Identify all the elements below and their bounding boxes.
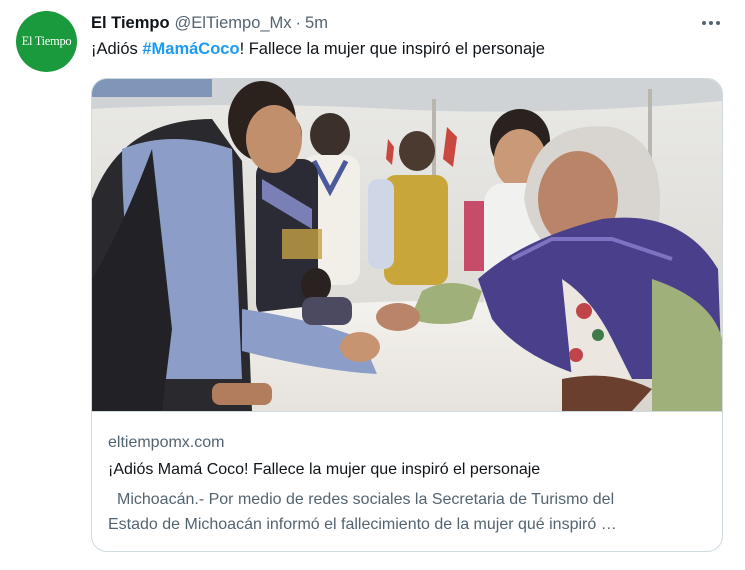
card-description: Michoacán.- Por medio de redes sociales … xyxy=(108,487,718,537)
timestamp[interactable]: 5m xyxy=(305,14,328,33)
display-name[interactable]: El Tiempo xyxy=(91,14,170,33)
more-horizontal-icon xyxy=(716,21,720,25)
tweet-text-start: ¡Adiós xyxy=(91,40,143,58)
tweet-text: ¡Adiós #MamáCoco! Fallece la mujer que i… xyxy=(91,40,545,59)
more-options-button[interactable] xyxy=(698,12,724,34)
card-photo[interactable] xyxy=(92,79,722,411)
link-preview-card[interactable]: eltiempomx.com ¡Adiós Mamá Coco! Fallece… xyxy=(91,78,723,552)
card-title[interactable]: ¡Adiós Mamá Coco! Fallece la mujer que i… xyxy=(108,461,540,479)
separator-dot: · xyxy=(295,13,302,32)
user-handle[interactable]: @ElTiempo_Mx xyxy=(175,14,292,33)
card-domain: eltiempomx.com xyxy=(108,434,225,451)
hashtag-link[interactable]: #MamáCoco xyxy=(142,40,239,58)
tweet-header: El Tiempo @ElTiempo_Mx · 5m xyxy=(91,12,328,34)
tweet-text-end: ! Fallece la mujer que inspiró el person… xyxy=(239,40,545,58)
card-description-line: Estado de Michoacán informó el fallecimi… xyxy=(108,516,617,533)
avatar[interactable]: El Tiempo xyxy=(16,11,77,72)
more-horizontal-icon xyxy=(709,21,713,25)
card-divider xyxy=(92,411,722,412)
card-description-line: Michoacán.- Por medio de redes sociales … xyxy=(117,491,615,508)
avatar-logo-text: El Tiempo xyxy=(21,34,72,48)
more-horizontal-icon xyxy=(702,21,706,25)
